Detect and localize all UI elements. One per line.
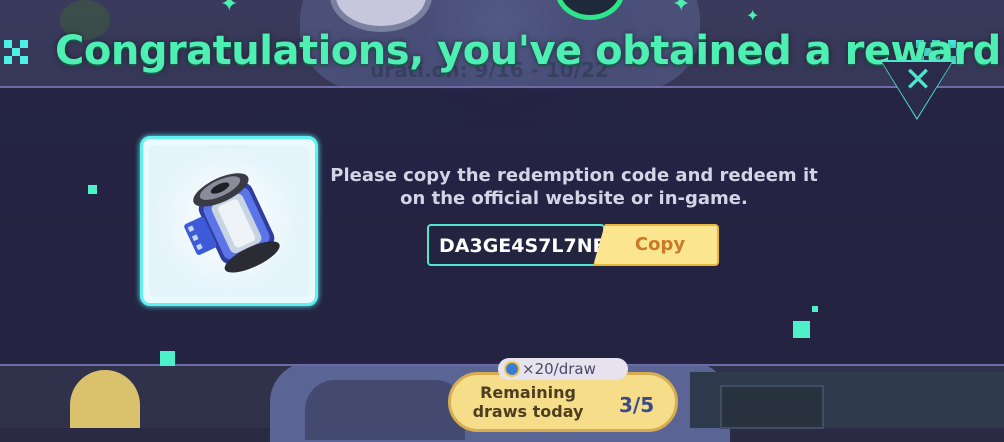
reward-modal: Please copy the redemption code and rede… — [0, 86, 1004, 366]
reward-title: Congratulations, you've obtained a rewar… — [55, 28, 1004, 74]
background-right-panel-slot — [720, 385, 824, 429]
sparkle-icon: ✦ — [672, 0, 691, 17]
coin-icon — [504, 361, 520, 377]
decor-square — [160, 351, 175, 366]
reward-item-card — [140, 136, 318, 306]
remaining-draws-pill[interactable]: Remaining draws today 3/5 — [448, 372, 678, 432]
pixel-decor-left — [4, 40, 30, 66]
remaining-draws-count: 3/5 — [619, 393, 655, 417]
sparkle-icon: ✦ — [746, 6, 760, 25]
copy-button[interactable]: Copy — [593, 224, 719, 266]
decor-square — [812, 306, 818, 312]
redemption-message: Please copy the redemption code and rede… — [330, 165, 818, 209]
draw-cost-label: ×20/draw — [522, 360, 596, 378]
background-bottom-inner — [305, 380, 465, 440]
close-icon[interactable]: ✕ — [900, 62, 936, 98]
redemption-code-field[interactable]: DA3GE4S7L7NF — [427, 224, 606, 266]
draw-cost-badge: ×20/draw — [498, 358, 628, 380]
remaining-draws-label: Remaining draws today — [472, 383, 584, 421]
sparkle-icon: ✦ — [220, 0, 239, 17]
decor-square — [88, 185, 97, 194]
decor-square — [793, 321, 810, 338]
film-reel-icon — [184, 173, 280, 273]
